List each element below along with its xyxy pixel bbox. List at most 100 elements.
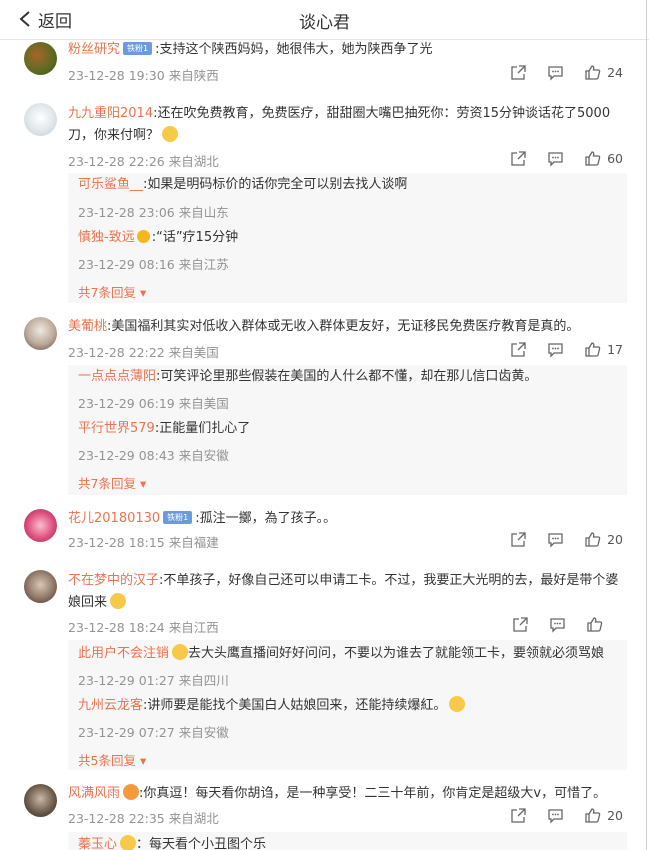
reply-username[interactable]: 此用户不会注销	[78, 646, 169, 661]
share-icon	[513, 617, 528, 632]
share-icon	[511, 65, 526, 80]
emoji-icon	[172, 644, 189, 660]
emoji-icon	[120, 835, 137, 850]
share-button[interactable]	[510, 150, 527, 167]
reply-text: ：每天看个小丑图个乐	[136, 837, 267, 850]
like-icon	[585, 65, 601, 80]
share-icon	[511, 151, 526, 166]
comment-username[interactable]: 九九重阳2014	[68, 106, 153, 121]
more-replies-link[interactable]: 共7条回复 ▾	[78, 473, 146, 492]
comment-item: 花儿20180130 铁粉1:孤注一擲，為了孩子。。 23-12-28 18:15…	[0, 509, 649, 557]
like-button[interactable]: 17	[584, 341, 623, 358]
top-bar: 返回 谈心君	[0, 0, 649, 40]
emoji-icon	[123, 784, 140, 800]
avatar[interactable]	[24, 784, 57, 817]
reply-meta: 23-12-29 06:19 来自美国	[78, 396, 229, 411]
more-replies-link[interactable]: 共7条回复 ▾	[78, 282, 146, 301]
comment-meta: 23-12-28 22:26 来自湖北	[68, 154, 219, 169]
comment-actions: 20	[490, 531, 623, 548]
comment-actions	[492, 616, 623, 633]
comment-meta: 23-12-28 22:22 来自美国	[68, 345, 219, 360]
reply-meta: 23-12-29 01:27 来自四川	[78, 673, 229, 688]
share-button[interactable]	[512, 616, 529, 633]
like-button[interactable]: 20	[584, 531, 623, 548]
avatar[interactable]	[24, 42, 57, 75]
comment-button[interactable]	[547, 64, 564, 81]
reply-username[interactable]: 慎独-致远	[78, 230, 135, 245]
comment-text: :支持这个陕西妈妈，她很伟大，她为陕西争了光	[155, 42, 433, 57]
comment-actions: 24	[490, 64, 623, 81]
share-button[interactable]	[510, 341, 527, 358]
share-icon	[511, 342, 526, 357]
emoji-icon	[162, 126, 179, 142]
page-title: 谈心君	[299, 13, 350, 33]
like-icon	[587, 617, 603, 632]
comment-username[interactable]: 不在梦中的汉子	[68, 573, 159, 588]
comment-icon	[548, 152, 563, 167]
comment-icon	[550, 618, 565, 633]
avatar[interactable]	[24, 570, 57, 603]
share-button[interactable]	[510, 531, 527, 548]
reply-meta: 23-12-28 23:06 来自山东	[78, 205, 229, 220]
emoji-icon	[449, 696, 466, 712]
chevron-down-icon: ▾	[139, 753, 147, 768]
chevron-down-icon: ▾	[139, 285, 147, 300]
reply-box: 可乐鲨鱼__:如果是明码标价的话你完全可以别去找人谈啊 23-12-28 23:…	[68, 173, 627, 303]
comment-item: 风满风雨 :你真逗！每天看你胡诌，是一种享受！二三十年前，你肯定是超级大v，可惜了…	[0, 784, 649, 850]
like-icon	[585, 151, 601, 166]
comment-icon	[548, 533, 563, 548]
reply-username[interactable]: 可乐鲨鱼__	[78, 177, 143, 192]
comment-button[interactable]	[547, 341, 564, 358]
reply-text: :正能量们扎心了	[154, 421, 251, 436]
avatar[interactable]	[24, 317, 57, 350]
share-button[interactable]	[510, 807, 527, 824]
comment-item: 九九重阳2014:还在吹免费教育，免费医疗，甜甜圈大嘴巴抽死你：劳资15分钟谈话…	[0, 103, 649, 303]
like-count: 20	[607, 532, 623, 547]
reply-meta: 23-12-29 07:27 来自安徽	[78, 725, 229, 740]
comment-button[interactable]	[547, 807, 564, 824]
like-count: 17	[607, 342, 623, 357]
reply-username[interactable]: 蓁玉心	[78, 837, 117, 850]
fan-badge: 铁粉1	[123, 42, 153, 55]
comment-item: 不在梦中的汉子:不单孩子，好像自己还可以申请工卡。不过，我要正大光明的去，最好是…	[0, 570, 649, 770]
comment-icon	[548, 343, 563, 358]
reply-username[interactable]: 九州云龙客	[78, 698, 143, 713]
like-button[interactable]: 24	[584, 64, 623, 81]
comment-username[interactable]: 花儿20180130	[68, 511, 160, 526]
comment-button[interactable]	[547, 531, 564, 548]
like-icon	[585, 342, 601, 357]
avatar[interactable]	[24, 509, 57, 542]
like-count: 20	[607, 808, 623, 823]
reply-text: 去大头鹰直播间好好问问，不要以为谁去了就能领工卡，要领就必须骂娘	[188, 646, 605, 661]
comment-icon	[548, 809, 563, 824]
reply-username[interactable]: 平行世界579	[78, 421, 155, 436]
comment-meta: 23-12-28 19:30 来自陕西	[68, 68, 219, 83]
reply-username[interactable]: 一点点点薄阳	[78, 369, 156, 384]
share-button[interactable]	[510, 64, 527, 81]
like-button[interactable]: 20	[584, 807, 623, 824]
comment-username[interactable]: 粉丝研究	[68, 42, 120, 57]
like-icon	[585, 532, 601, 547]
more-replies-link[interactable]: 共5条回复 ▾	[78, 750, 146, 769]
reply-meta: 23-12-29 08:43 来自安徽	[78, 448, 229, 463]
comment-icon	[548, 66, 563, 81]
chevron-down-icon: ▾	[139, 476, 147, 491]
comment-text: :你真逗！每天看你胡诌，是一种享受！二三十年前，你肯定是超级大v，可惜了。	[139, 786, 607, 801]
avatar[interactable]	[24, 103, 57, 136]
share-icon	[511, 808, 526, 823]
like-count: 60	[607, 151, 623, 166]
like-button[interactable]: 60	[584, 150, 623, 167]
reply-text: :讲师要是能找个美国白人姑娘回来，还能持续爆紅。	[143, 698, 447, 713]
comment-text: :孤注一擲，為了孩子。。	[195, 511, 337, 526]
reply-text: :可笑评论里那些假装在美国的人什么都不懂，却在那儿信口齿黄。	[156, 369, 538, 384]
comment-actions: 17	[490, 341, 623, 358]
comment-button[interactable]	[547, 150, 564, 167]
emoji-icon	[110, 593, 127, 609]
comment-item: 美葡桃:美国福利其实对低收入群体或无收入群体更友好，无证移民免费医疗教育是真的。…	[0, 317, 649, 497]
comment-username[interactable]: 风满风雨	[68, 786, 120, 801]
comment-meta: 23-12-28 18:15 来自福建	[68, 535, 219, 550]
like-button[interactable]	[586, 616, 623, 633]
reply-text: :如果是明码标价的话你完全可以别去找人谈啊	[143, 177, 408, 192]
comment-username[interactable]: 美葡桃	[68, 319, 107, 334]
comment-button[interactable]	[549, 616, 566, 633]
